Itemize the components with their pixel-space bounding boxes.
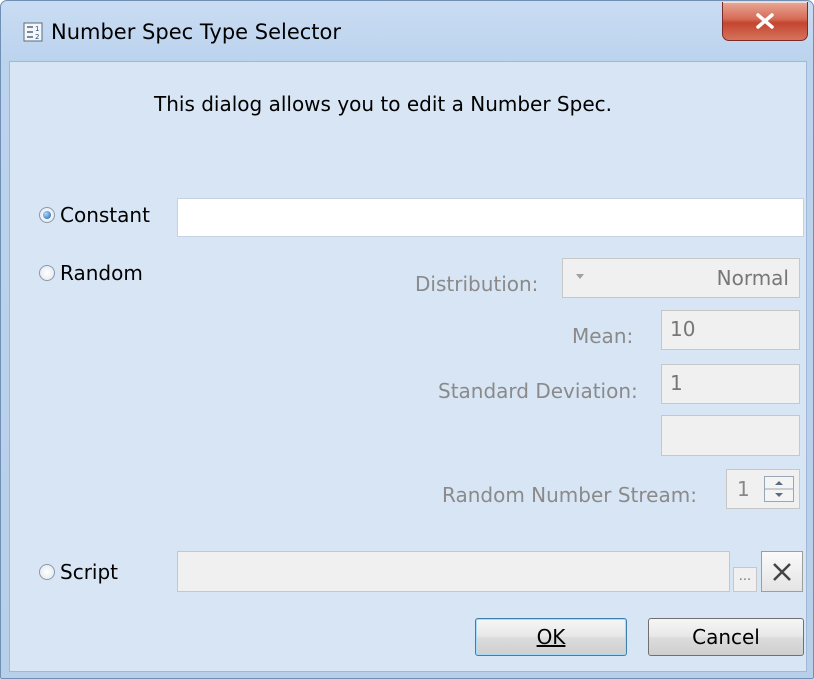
distribution-value: Normal: [716, 266, 789, 290]
script-label[interactable]: Script: [60, 560, 118, 584]
title-bar[interactable]: 1 2 Number Spec Type Selector: [1, 1, 813, 61]
distribution-dropdown[interactable]: Normal: [562, 258, 800, 298]
constant-input[interactable]: [177, 198, 804, 237]
std-deviation-label: Standard Deviation:: [438, 379, 638, 403]
script-input[interactable]: [177, 551, 730, 592]
clear-x-icon: [773, 563, 791, 581]
close-button[interactable]: [722, 2, 808, 41]
mean-label: Mean:: [572, 324, 634, 348]
dialog-window: 1 2 Number Spec Type Selector This dialo…: [0, 0, 814, 679]
script-clear-button[interactable]: [761, 551, 803, 592]
cancel-button-label: Cancel: [692, 625, 760, 649]
random-stream-value: 1: [737, 477, 750, 501]
svg-text:1: 1: [35, 25, 39, 33]
dialog-body: This dialog allows you to edit a Number …: [9, 61, 807, 672]
script-radio[interactable]: [39, 564, 55, 580]
mean-input[interactable]: 10: [661, 310, 800, 350]
svg-text:2: 2: [35, 33, 39, 41]
chevron-down-icon: [576, 274, 584, 279]
constant-radio[interactable]: [39, 207, 55, 223]
random-stream-label: Random Number Stream:: [442, 483, 697, 507]
random-radio[interactable]: [39, 265, 55, 281]
ok-button-label: OK: [536, 625, 566, 649]
extra-parameter-input[interactable]: [661, 415, 800, 456]
script-browse-button[interactable]: ...: [733, 567, 757, 592]
ok-button[interactable]: OK: [475, 618, 627, 656]
spinner-buttons[interactable]: [764, 476, 794, 502]
window-title: Number Spec Type Selector: [51, 20, 342, 44]
random-stream-spinner[interactable]: 1: [726, 469, 800, 509]
std-deviation-input[interactable]: 1: [661, 364, 800, 404]
random-label[interactable]: Random: [60, 261, 143, 285]
constant-label[interactable]: Constant: [60, 203, 150, 227]
close-icon: [756, 13, 774, 29]
dialog-description: This dialog allows you to edit a Number …: [154, 92, 612, 116]
spinner-arrows-icon: [765, 481, 793, 497]
distribution-label: Distribution:: [415, 272, 539, 296]
cancel-button[interactable]: Cancel: [648, 618, 804, 656]
app-icon: 1 2: [23, 22, 43, 42]
